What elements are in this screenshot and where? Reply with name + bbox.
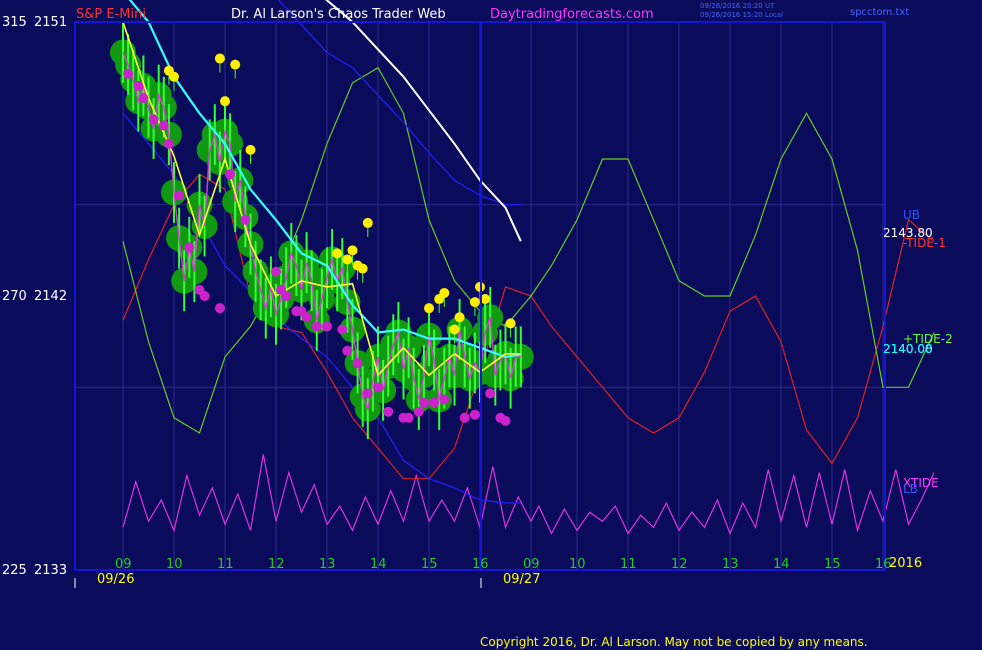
x-hour-label: 12 bbox=[671, 557, 688, 572]
x-hour-label: 10 bbox=[569, 557, 586, 572]
low-marker bbox=[469, 409, 480, 420]
y-tick-angle: 270 bbox=[2, 289, 27, 304]
low-marker bbox=[158, 120, 169, 131]
low-marker bbox=[485, 388, 496, 399]
copyright-notice: Copyright 2016, Dr. Al Larson. May not b… bbox=[480, 635, 868, 649]
x-hour-label: 09 bbox=[115, 557, 132, 572]
y-tick-price: 2133 bbox=[34, 563, 67, 578]
low-marker bbox=[413, 406, 424, 417]
website-title: Daytradingforecasts.com bbox=[490, 7, 654, 22]
low-marker bbox=[225, 169, 236, 180]
x-hour-label: 11 bbox=[620, 557, 637, 572]
instrument-title: S&P E-Mini bbox=[76, 7, 146, 22]
high-marker bbox=[362, 217, 373, 228]
high-marker bbox=[332, 248, 343, 259]
low-marker bbox=[163, 138, 174, 149]
low-marker bbox=[429, 397, 440, 408]
right-label: LB bbox=[903, 482, 918, 496]
right-label: -TIDE-1 bbox=[903, 236, 946, 250]
y-tick-price: 2142 bbox=[34, 289, 67, 304]
low-marker bbox=[271, 266, 281, 277]
high-marker bbox=[424, 303, 434, 314]
low-marker bbox=[138, 93, 149, 104]
low-marker bbox=[240, 214, 251, 225]
chart-svg: S&P E-Mini Dr. Al Larson's Chaos Trader … bbox=[0, 0, 982, 650]
low-marker bbox=[383, 406, 394, 417]
low-marker bbox=[199, 291, 210, 301]
low-marker bbox=[337, 324, 348, 335]
low-marker bbox=[373, 382, 383, 393]
x-hour-label: 12 bbox=[268, 557, 285, 572]
high-marker bbox=[214, 53, 225, 64]
low-marker bbox=[133, 80, 144, 91]
low-marker bbox=[311, 321, 322, 332]
low-marker bbox=[500, 415, 511, 426]
x-date-label: 09/26 bbox=[97, 572, 134, 587]
low-marker bbox=[352, 357, 363, 368]
high-marker bbox=[230, 59, 241, 70]
chart-window: S&P E-Mini Dr. Al Larson's Chaos Trader … bbox=[0, 0, 982, 650]
right-label: 2140.08 bbox=[883, 342, 933, 356]
low-marker bbox=[459, 412, 470, 423]
x-hour-label: 13 bbox=[722, 557, 739, 572]
x-hour-label: 09 bbox=[523, 557, 540, 572]
high-marker bbox=[347, 245, 358, 256]
high-marker bbox=[245, 144, 256, 155]
x-hour-label: 16 bbox=[472, 557, 489, 572]
high-marker bbox=[220, 96, 230, 107]
timestamp-local: 09/26/2016 15:20 Local bbox=[700, 11, 783, 19]
low-marker bbox=[174, 190, 185, 201]
low-marker bbox=[281, 291, 292, 301]
y-tick-angle: 315 bbox=[2, 15, 27, 30]
low-marker bbox=[439, 394, 450, 405]
x-hour-label: 14 bbox=[370, 557, 387, 572]
low-marker bbox=[184, 242, 195, 253]
low-marker bbox=[403, 412, 414, 423]
x-hour-label: 10 bbox=[166, 557, 183, 572]
high-marker bbox=[505, 318, 516, 329]
low-marker bbox=[342, 345, 353, 356]
x-hour-label: 11 bbox=[217, 557, 234, 572]
timestamp-ut: 09/26/2016 20:20 UT bbox=[700, 2, 775, 10]
low-marker bbox=[322, 321, 332, 332]
low-marker bbox=[148, 114, 159, 125]
high-marker bbox=[469, 297, 480, 308]
y-tick-price: 2151 bbox=[34, 15, 67, 30]
x-hour-label: 13 bbox=[319, 557, 336, 572]
right-label: UB bbox=[903, 208, 920, 222]
low-marker bbox=[301, 312, 312, 323]
low-marker bbox=[214, 303, 225, 314]
x-hour-label: 15 bbox=[824, 557, 841, 572]
high-marker bbox=[342, 254, 353, 265]
year-label: 2016 bbox=[889, 556, 922, 571]
x-hour-label: 14 bbox=[773, 557, 790, 572]
high-marker bbox=[454, 312, 465, 323]
publisher-title: Dr. Al Larson's Chaos Trader Web bbox=[231, 7, 446, 22]
high-marker bbox=[439, 287, 450, 298]
low-marker bbox=[362, 388, 373, 399]
low-marker bbox=[123, 68, 134, 79]
data-filename: spcctom.txt bbox=[850, 7, 909, 18]
high-marker bbox=[449, 324, 460, 335]
x-hour-label: 15 bbox=[421, 557, 438, 572]
high-marker bbox=[357, 263, 368, 274]
high-marker bbox=[169, 71, 179, 82]
x-date-label: 09/27 bbox=[503, 572, 540, 587]
low-marker bbox=[418, 397, 429, 408]
y-tick-angle: 225 bbox=[2, 563, 27, 578]
